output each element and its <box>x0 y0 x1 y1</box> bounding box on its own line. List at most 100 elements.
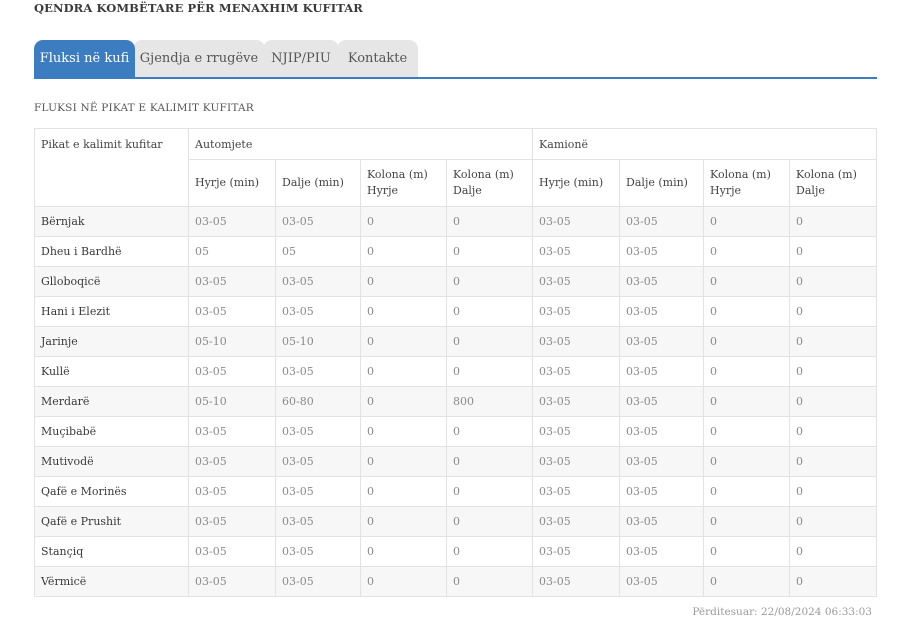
table-row: Kullë 03-05 03-05 0 0 03-05 03-05 0 0 <box>34 356 878 387</box>
cell-cars-queue-in: 0 <box>360 266 447 297</box>
table-row: Merdarë 05-10 60-80 0 800 03-05 03-05 0 0 <box>34 386 878 417</box>
cell-trucks-in: 03-05 <box>532 356 621 387</box>
site-title: QENDRA KOMBËTARE PËR MENAXHIM KUFITAR <box>34 1 363 15</box>
header-group-trucks: Kamionë <box>532 128 878 160</box>
table-row: Muçibabë 03-05 03-05 0 0 03-05 03-05 0 0 <box>34 416 878 447</box>
cell-trucks-queue-in: 0 <box>703 416 791 447</box>
cell-cars-in: 03-05 <box>188 476 276 507</box>
cell-trucks-in: 03-05 <box>532 266 621 297</box>
cell-cars-queue-out: 0 <box>445 506 534 537</box>
cell-trucks-queue-out: 0 <box>789 266 878 297</box>
header-trucks-in: Hyrje (min) <box>532 159 621 207</box>
cell-cars-queue-out: 0 <box>445 266 534 297</box>
cell-trucks-queue-out: 0 <box>789 566 878 597</box>
table-row: Qafë e Morinës 03-05 03-05 0 0 03-05 03-05 0 0 <box>34 476 878 507</box>
cell-cars-in: 05-10 <box>188 326 276 357</box>
cell-trucks-queue-in: 0 <box>703 566 791 597</box>
cell-trucks-queue-in: 0 <box>703 536 791 567</box>
cell-trucks-in: 03-05 <box>532 326 621 357</box>
cell-cars-queue-in: 0 <box>360 356 447 387</box>
cell-trucks-queue-out: 0 <box>789 536 878 567</box>
cell-crossing-point-name: Kullë <box>34 356 189 387</box>
header-cars-in: Hyrje (min) <box>188 159 276 207</box>
cell-trucks-out: 03-05 <box>619 476 705 507</box>
cell-cars-queue-in: 0 <box>360 566 447 597</box>
cell-crossing-point-name: Glloboqicë <box>34 266 189 297</box>
cell-cars-in: 05 <box>188 236 276 267</box>
cell-trucks-queue-in: 0 <box>703 386 791 417</box>
cell-cars-queue-in: 0 <box>360 386 447 417</box>
cell-cars-out: 60-80 <box>275 386 361 417</box>
cell-cars-out: 03-05 <box>275 566 361 597</box>
cell-trucks-in: 03-05 <box>532 536 621 567</box>
cell-crossing-point-name: Vërmicë <box>34 566 189 597</box>
cell-trucks-out: 03-05 <box>619 386 705 417</box>
cell-cars-in: 03-05 <box>188 296 276 327</box>
cell-crossing-point-name: Merdarë <box>34 386 189 417</box>
cell-cars-in: 03-05 <box>188 506 276 537</box>
table-row: Glloboqicë 03-05 03-05 0 0 03-05 03-05 0 0 <box>34 266 878 297</box>
header-cars-out: Dalje (min) <box>275 159 361 207</box>
last-updated: Përditesuar: 22/08/2024 06:33:03 <box>692 606 872 618</box>
table-row: Qafë e Prushit 03-05 03-05 0 0 03-05 03-05 0 0 <box>34 506 878 537</box>
header-trucks-out: Dalje (min) <box>619 159 705 207</box>
header-group-cars: Automjete <box>187 128 534 160</box>
cell-trucks-queue-out: 0 <box>789 296 878 327</box>
border-flux-table: Pikat e kalimit kufitar Automjete Kamion… <box>34 128 878 597</box>
cell-trucks-queue-out: 0 <box>789 206 878 237</box>
cell-trucks-queue-out: 0 <box>789 386 878 417</box>
cell-trucks-queue-in: 0 <box>703 446 791 477</box>
tab-piu[interactable]: NJIP/PIU <box>263 40 339 77</box>
table-row: Jarinje 05-10 05-10 0 0 03-05 03-05 0 0 <box>34 326 878 357</box>
cell-trucks-in: 03-05 <box>532 416 621 447</box>
cell-trucks-queue-in: 0 <box>703 506 791 537</box>
cell-cars-queue-out: 0 <box>445 206 534 237</box>
cell-trucks-queue-in: 0 <box>703 206 791 237</box>
cell-crossing-point-name: Qafë e Prushit <box>34 506 189 537</box>
cell-cars-in: 03-05 <box>188 266 276 297</box>
cell-cars-queue-out: 0 <box>445 326 534 357</box>
cell-cars-out: 05 <box>275 236 361 267</box>
cell-cars-out: 05-10 <box>275 326 361 357</box>
tab-bar: Gjendja e rrugëve NJIP/PIU Kontakte Fluk… <box>34 40 877 79</box>
cell-trucks-out: 03-05 <box>619 236 705 267</box>
tab-contacts[interactable]: Kontakte <box>337 40 418 77</box>
tab-border-flux[interactable]: Fluksi në kufi <box>34 40 135 77</box>
cell-cars-out: 03-05 <box>275 416 361 447</box>
cell-trucks-in: 03-05 <box>532 506 621 537</box>
cell-trucks-in: 03-05 <box>532 206 621 237</box>
cell-cars-queue-in: 0 <box>360 296 447 327</box>
cell-trucks-queue-out: 0 <box>789 506 878 537</box>
cell-cars-in: 03-05 <box>188 206 276 237</box>
cell-trucks-out: 03-05 <box>619 296 705 327</box>
cell-cars-queue-in: 0 <box>360 326 447 357</box>
cell-trucks-out: 03-05 <box>619 536 705 567</box>
cell-cars-in: 03-05 <box>188 356 276 387</box>
table-row: Dheu i Bardhë 05 05 0 0 03-05 03-05 0 0 <box>34 236 878 267</box>
table-row: Stançiq 03-05 03-05 0 0 03-05 03-05 0 0 <box>34 536 878 567</box>
cell-trucks-queue-out: 0 <box>789 416 878 447</box>
cell-cars-in: 03-05 <box>188 566 276 597</box>
cell-crossing-point-name: Jarinje <box>34 326 189 357</box>
tab-road-conditions[interactable]: Gjendja e rrugëve <box>133 40 265 77</box>
cell-trucks-in: 03-05 <box>532 566 621 597</box>
header-cars-queue-out: Kolona (m) Dalje <box>445 159 534 207</box>
table-row: Mutivodë 03-05 03-05 0 0 03-05 03-05 0 0 <box>34 446 878 477</box>
cell-trucks-in: 03-05 <box>532 476 621 507</box>
cell-crossing-point-name: Dheu i Bardhë <box>34 236 189 267</box>
cell-trucks-out: 03-05 <box>619 356 705 387</box>
cell-trucks-out: 03-05 <box>619 506 705 537</box>
cell-cars-out: 03-05 <box>275 536 361 567</box>
cell-trucks-out: 03-05 <box>619 206 705 237</box>
cell-trucks-queue-out: 0 <box>789 446 878 477</box>
cell-cars-in: 03-05 <box>188 536 276 567</box>
cell-trucks-out: 03-05 <box>619 566 705 597</box>
cell-cars-queue-in: 0 <box>360 506 447 537</box>
cell-cars-queue-out: 0 <box>445 476 534 507</box>
header-trucks-queue-out: Kolona (m) Dalje <box>789 159 878 207</box>
cell-cars-queue-in: 0 <box>360 536 447 567</box>
cell-cars-out: 03-05 <box>275 476 361 507</box>
cell-trucks-in: 03-05 <box>532 236 621 267</box>
header-trucks-queue-in: Kolona (m) Hyrje <box>703 159 791 207</box>
cell-cars-queue-out: 800 <box>445 386 534 417</box>
